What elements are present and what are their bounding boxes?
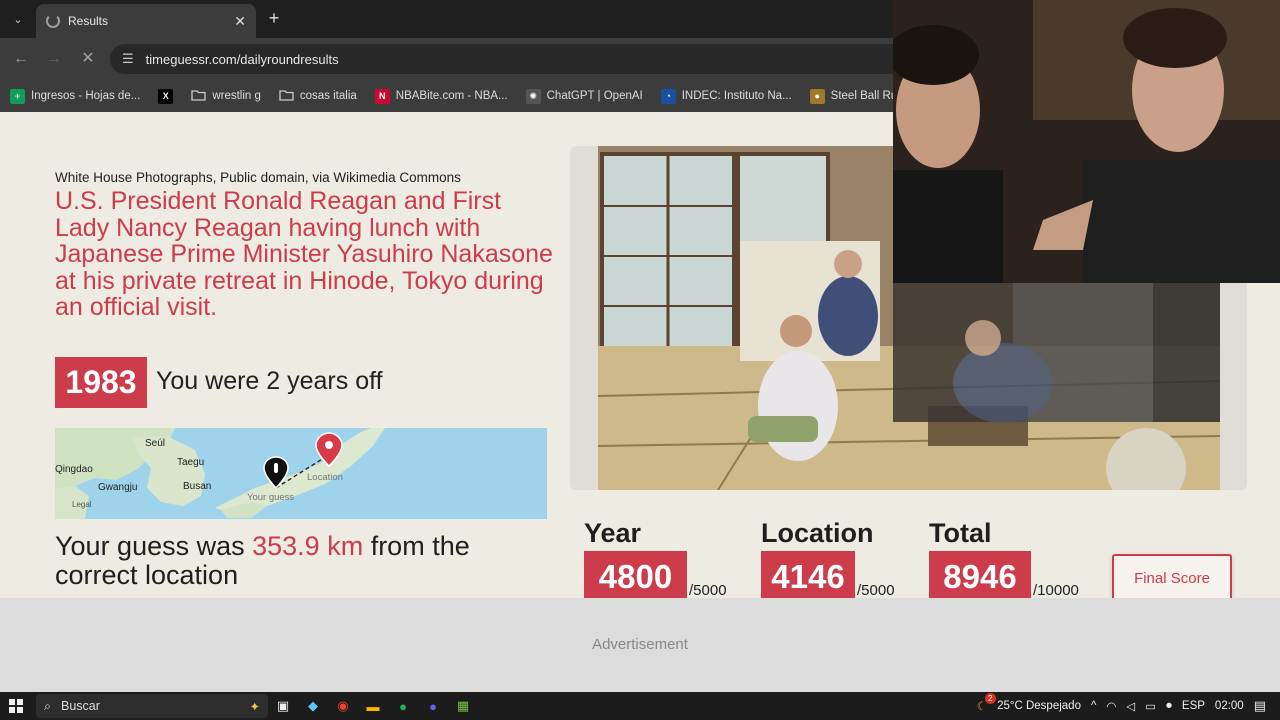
url-text: timeguessr.com/dailyroundresults xyxy=(145,51,339,67)
bookmark-item[interactable]: ◔ INDEC: Instituto Na... xyxy=(660,88,792,104)
bookmark-label: NBABite.com - NBA... xyxy=(395,90,508,102)
year-score-badge: 4800 xyxy=(584,551,687,598)
windows-taskbar: ⌕ Buscar ✦ ▣ ◆ ◉ ▬ ● ● ▦ ☾ 2 25°C Despeja… xyxy=(0,692,1280,720)
nba-icon: N xyxy=(374,88,390,104)
map-label-seoul: Seúl xyxy=(145,438,166,449)
total-score-max: /10000 xyxy=(1033,582,1079,598)
site-settings-icon[interactable]: ☰ xyxy=(122,51,134,67)
location-score-max: /5000 xyxy=(857,582,895,598)
weather-text[interactable]: 25°C Despejado xyxy=(997,700,1081,712)
loading-spinner-icon xyxy=(46,14,60,28)
map-label-busan: Busan xyxy=(183,481,212,492)
bookmark-item[interactable]: + Ingresos - Hojas de... xyxy=(10,88,141,104)
chrome-icon[interactable]: ◉ xyxy=(328,692,358,720)
map-land-shapes xyxy=(55,428,385,519)
browser-tab[interactable]: Results ✕ xyxy=(36,4,256,38)
wifi-icon[interactable]: ◠ xyxy=(1106,699,1116,713)
taskbar-search[interactable]: ⌕ Buscar ✦ xyxy=(36,694,268,718)
folder-icon xyxy=(279,89,294,104)
weather-icon[interactable]: ☾ 2 xyxy=(977,693,996,713)
windows-start-icon[interactable] xyxy=(0,692,32,720)
task-view-icon[interactable]: ▣ xyxy=(268,692,298,720)
location-score-badge: 4146 xyxy=(761,551,855,598)
bookmark-item[interactable]: N NBABite.com - NBA... xyxy=(374,88,508,104)
years-off-text: You were 2 years off xyxy=(156,367,383,395)
battery-icon[interactable]: ▭ xyxy=(1145,699,1156,713)
bookmark-label: Ingresos - Hojas de... xyxy=(31,90,141,102)
openai-icon: ✺ xyxy=(525,88,541,104)
bookmark-label: INDEC: Instituto Na... xyxy=(681,90,792,102)
result-map[interactable]: Seúl Qingdao Taegu Gwangju Busan Locatio… xyxy=(55,428,547,519)
file-explorer-icon[interactable]: ▬ xyxy=(358,692,388,720)
forward-arrow-icon[interactable]: → xyxy=(43,48,65,70)
show-hidden-icons-icon[interactable]: ^ xyxy=(1091,700,1096,712)
clock[interactable]: 02:00 xyxy=(1215,700,1244,712)
map-legal-link[interactable]: Legal xyxy=(72,500,92,509)
close-tab-icon[interactable]: ✕ xyxy=(234,13,246,30)
bookmark-item[interactable]: wrestlin g xyxy=(191,89,261,104)
webcam-lower-overlay xyxy=(893,283,1220,422)
folder-icon xyxy=(191,89,206,104)
distance-text: Your guess was 353.9 km from the correct… xyxy=(55,532,535,590)
map-label-qingdao: Qingdao xyxy=(55,464,93,475)
taskbar-search-placeholder: Buscar xyxy=(61,699,100,713)
tab-search-chevron-icon[interactable]: ⌄ xyxy=(8,9,28,29)
distance-value: 353.9 km xyxy=(252,531,364,561)
microphone-icon[interactable]: ⏺ xyxy=(1166,700,1172,713)
map-label-your-guess: Your guess xyxy=(247,492,295,503)
bookmark-label: cosas italia xyxy=(299,90,357,102)
tab-title: Results xyxy=(68,14,109,28)
notifications-icon[interactable]: ▤ xyxy=(1254,698,1266,714)
language-indicator[interactable]: ESP xyxy=(1182,700,1205,712)
copilot-icon[interactable]: ◆ xyxy=(298,692,328,720)
volume-icon[interactable]: ◁ xyxy=(1126,699,1135,713)
map-label-taegu: Taegu xyxy=(177,457,205,468)
total-score-badge: 8946 xyxy=(929,551,1031,598)
stop-loading-icon[interactable]: ✕ xyxy=(77,48,99,70)
map-label-location: Location xyxy=(307,472,343,483)
bookmark-label: ChatGPT | OpenAI xyxy=(546,90,643,102)
discord-icon[interactable]: ● xyxy=(418,692,448,720)
manga-icon: ● xyxy=(809,88,825,104)
weather-badge: 2 xyxy=(984,693,996,704)
webcam-lower-scene xyxy=(893,283,1220,422)
webcam-overlay xyxy=(893,0,1280,283)
back-arrow-icon[interactable]: ← xyxy=(10,48,32,70)
final-score-button[interactable]: Final Score xyxy=(1112,554,1232,598)
location-score-label: Location xyxy=(761,518,874,548)
advertisement-label: Advertisement xyxy=(592,636,688,653)
sheets-icon: + xyxy=(10,88,25,104)
search-icon: ⌕ xyxy=(44,698,52,713)
total-score-label: Total xyxy=(929,518,992,548)
spotify-icon[interactable]: ● xyxy=(388,692,418,720)
location-pin-icon xyxy=(315,432,343,468)
new-tab-button[interactable]: + xyxy=(264,8,284,30)
bookmark-label: wrestlin g xyxy=(212,90,261,102)
bookmark-item[interactable]: X xyxy=(158,88,174,104)
bookmark-item[interactable]: ✺ ChatGPT | OpenAI xyxy=(525,88,643,104)
year-score-max: /5000 xyxy=(689,582,727,598)
guess-prefix: Your guess was xyxy=(55,531,253,561)
advertisement-area: Advertisement xyxy=(0,598,1280,692)
x-icon: X xyxy=(158,88,174,104)
guess-pin-icon xyxy=(263,456,289,490)
photo-caption: U.S. President Ronald Reagan and First L… xyxy=(55,187,553,321)
copilot-sparkle-icon[interactable]: ✦ xyxy=(250,699,260,714)
system-tray: ☾ 2 25°C Despejado ^ ◠ ◁ ▭ ⏺ ESP 02:00 ▤ xyxy=(977,693,1280,714)
photo-credit: White House Photographs, Public domain, … xyxy=(55,170,461,185)
correct-year-badge: 1983 xyxy=(55,357,147,408)
app-icon[interactable]: ▦ xyxy=(448,692,478,720)
bookmark-item[interactable]: cosas italia xyxy=(279,89,357,104)
map-label-gwangju: Gwangju xyxy=(98,482,138,493)
indec-icon: ◔ xyxy=(660,88,676,104)
webcam-scene-illustration xyxy=(893,0,1280,283)
year-score-label: Year xyxy=(584,518,642,548)
